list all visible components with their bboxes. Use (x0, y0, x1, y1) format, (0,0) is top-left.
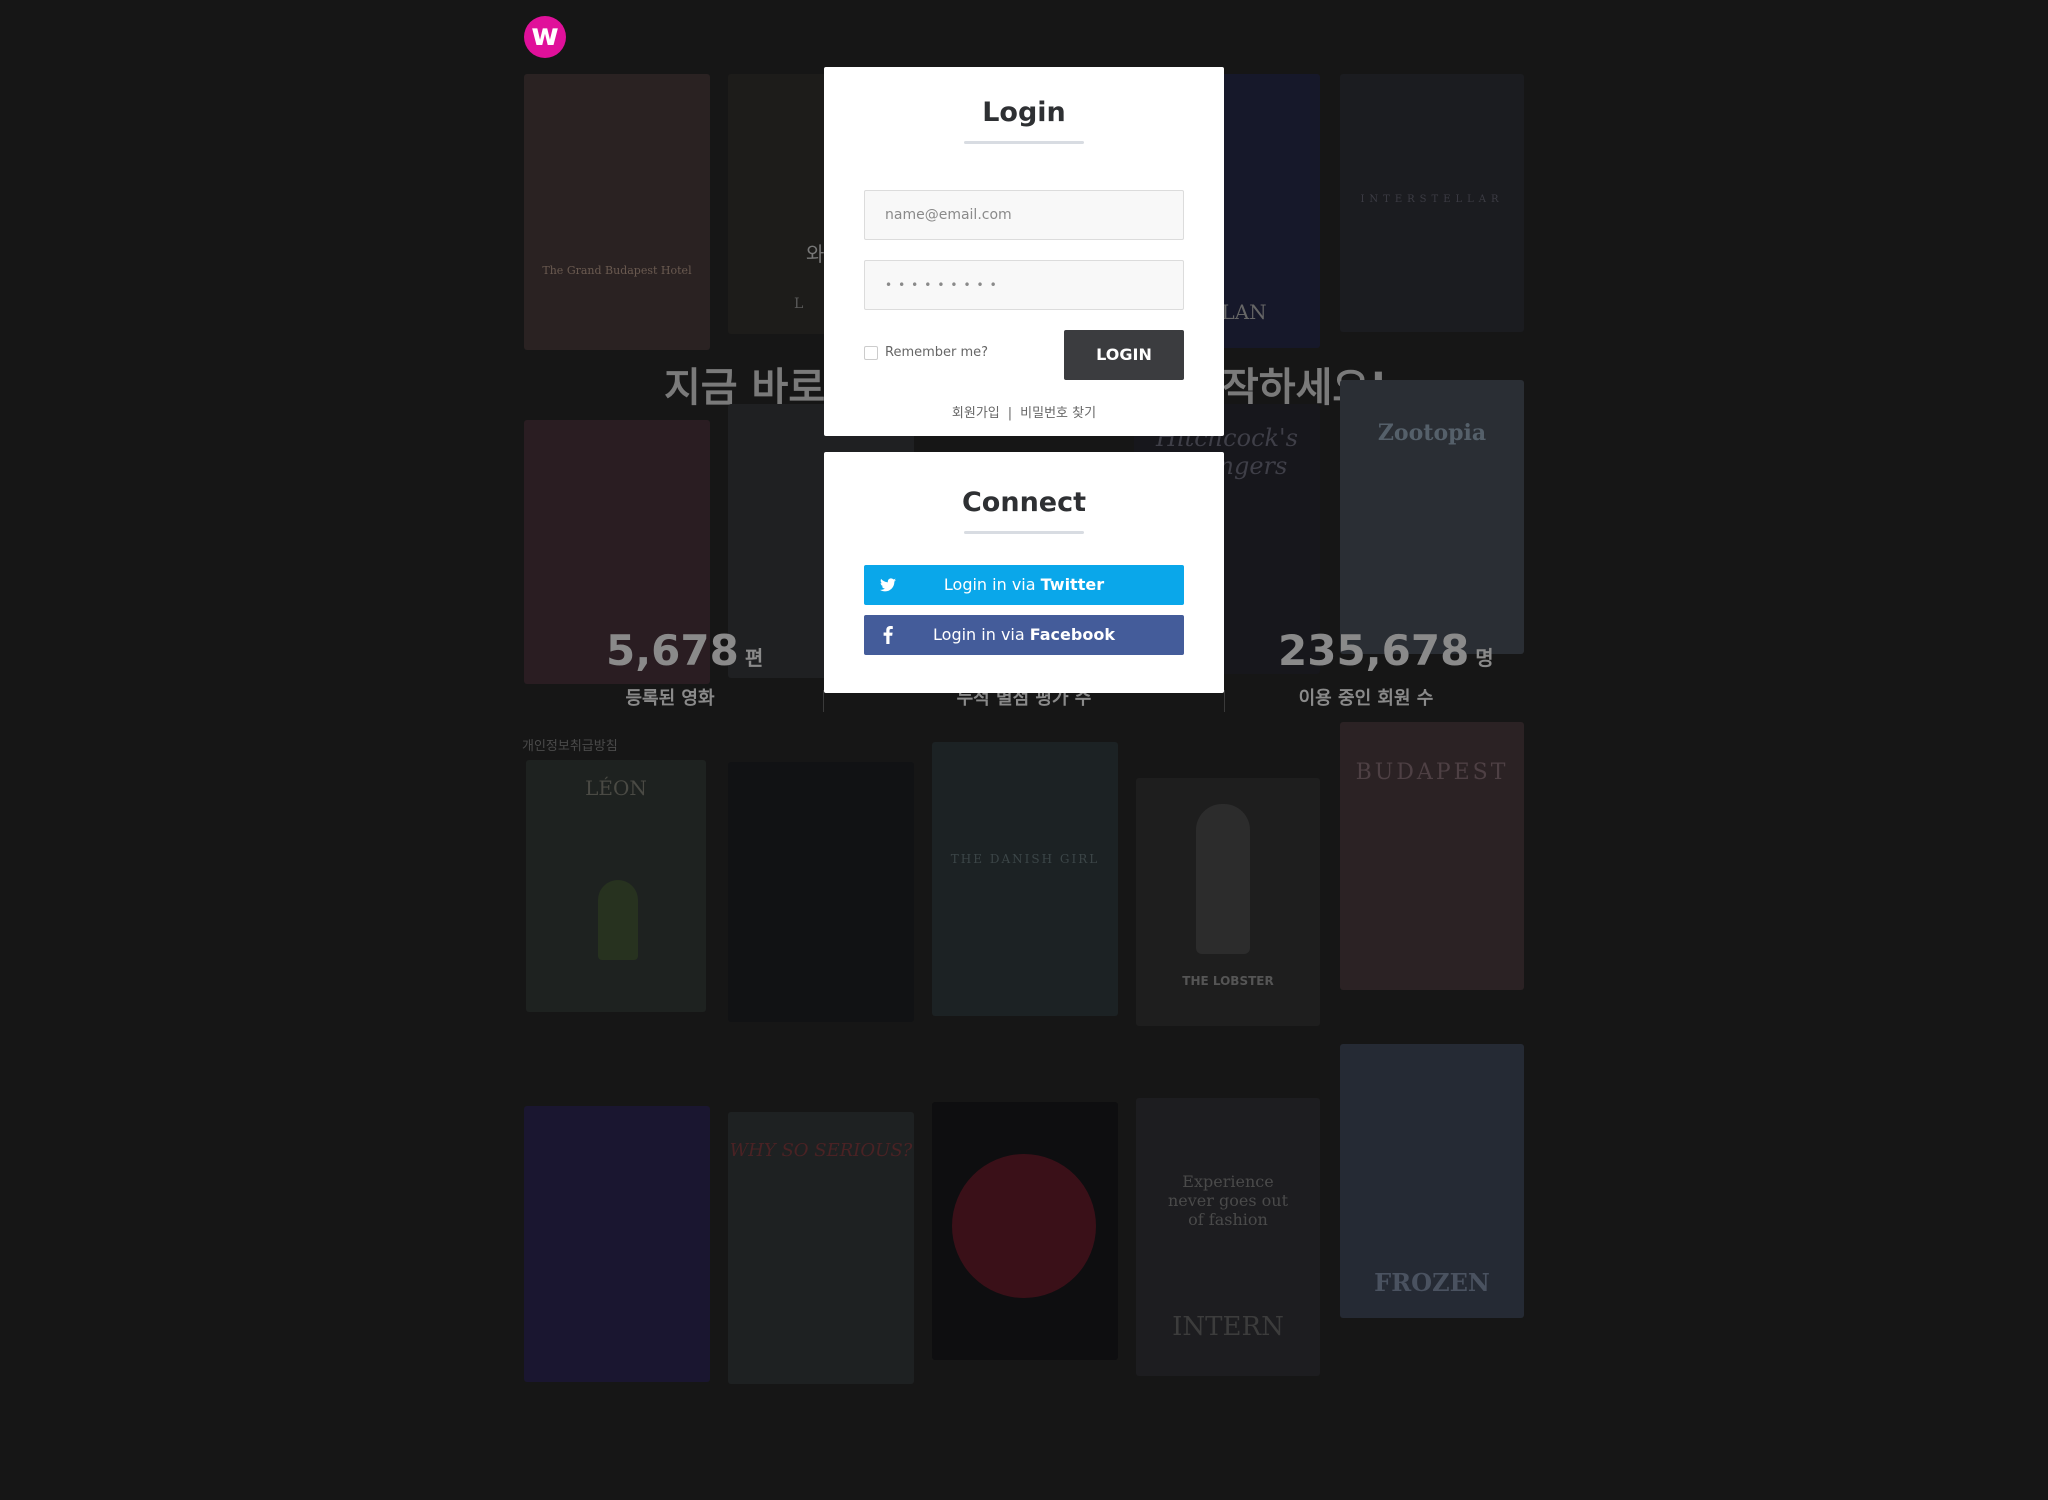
connect-card: Connect Login in via Twitter Login in vi… (824, 452, 1224, 693)
poster-caption: Zootopia (1377, 420, 1487, 446)
poster-peek-text: 와 (806, 242, 825, 266)
stat-unit: 명 (1475, 646, 1494, 670)
twitter-login-label: Login in via (943, 575, 1041, 594)
poster-caption: THE LOBSTER (1182, 974, 1274, 988)
movie-poster[interactable]: FROZEN (1340, 1044, 1524, 1318)
movie-poster[interactable] (932, 1102, 1118, 1360)
stat-divider (823, 690, 824, 712)
remember-me-checkbox[interactable] (864, 346, 878, 360)
login-title: Login (982, 97, 1066, 128)
brand-logo[interactable]: w (524, 16, 566, 58)
stat-value: 5,678 (606, 626, 739, 675)
movie-poster[interactable]: BUDAPEST (1340, 722, 1524, 990)
poster-caption: WHY SO SERIOUS? (729, 1140, 913, 1161)
stat-unit: 편 (744, 646, 764, 670)
title-underline (964, 531, 1084, 534)
movie-poster[interactable]: THE DANISH GIRL (932, 742, 1118, 1016)
stat-movies-label: 등록된 영화 (625, 688, 715, 709)
email-field[interactable] (864, 190, 1184, 240)
poster-caption: FROZEN (1374, 1268, 1490, 1297)
password-field[interactable]: ••••••••• (864, 260, 1184, 310)
account-links: 회원가입 | 비밀번호 찾기 (824, 405, 1224, 423)
title-underline (964, 141, 1084, 144)
privacy-policy-link[interactable]: 개인정보취급방침 (522, 738, 618, 756)
login-card: Login ••••••••• Remember me? LOGIN 회원가입 |… (824, 67, 1224, 436)
twitter-brand-label: Twitter (1040, 575, 1105, 594)
movie-poster[interactable]: WHY SO SERIOUS? (728, 1112, 914, 1384)
facebook-brand-label: Facebook (1029, 625, 1115, 644)
facebook-icon (878, 615, 898, 655)
movie-poster[interactable]: LÉON (526, 760, 706, 1012)
poster-caption: LÉON (585, 776, 647, 800)
movie-poster[interactable]: Experience never goes out of fashion INT… (1136, 1098, 1320, 1376)
movie-poster[interactable] (728, 762, 914, 1022)
movie-poster[interactable] (524, 1106, 710, 1382)
stat-movies-count: 5,678 편 (606, 625, 763, 684)
login-button[interactable]: LOGIN (1064, 330, 1184, 380)
poster-red-circle-art (952, 1154, 1096, 1298)
link-separator: | (1007, 406, 1013, 421)
remember-me[interactable]: Remember me? (864, 344, 988, 362)
poster-caption: INTERSTELLAR (1360, 194, 1504, 205)
facebook-login-label: Login in via (933, 625, 1030, 644)
twitter-login-button[interactable]: Login in via Twitter (864, 565, 1184, 605)
stat-members-label: 이용 중인 회원 수 (1298, 688, 1434, 709)
stat-members-count: 235,678 명 (1278, 625, 1494, 684)
poster-caption: BUDAPEST (1355, 760, 1509, 785)
movie-poster[interactable]: The Grand Budapest Hotel (524, 74, 710, 350)
connect-title: Connect (961, 487, 1087, 518)
poster-caption: The Grand Budapest Hotel (542, 264, 692, 277)
twitter-icon (878, 565, 898, 605)
poster-caption: INTERN (1172, 1312, 1284, 1342)
facebook-login-button[interactable]: Login in via Facebook (864, 615, 1184, 655)
stat-value: 235,678 (1278, 626, 1470, 675)
movie-poster[interactable]: Zootopia (1340, 380, 1524, 654)
poster-figure-art (1196, 804, 1250, 954)
movie-poster[interactable]: THE LOBSTER (1136, 778, 1320, 1026)
poster-plant-art (598, 880, 638, 960)
poster-caption: THE DANISH GIRL (950, 852, 1100, 866)
poster-caption: Experience never goes out of fashion (1167, 1172, 1289, 1229)
find-password-link[interactable]: 비밀번호 찾기 (1020, 406, 1096, 421)
movie-poster[interactable]: INTERSTELLAR (1340, 74, 1524, 332)
remember-me-label: Remember me? (885, 345, 989, 360)
signup-link[interactable]: 회원가입 (952, 406, 1000, 421)
